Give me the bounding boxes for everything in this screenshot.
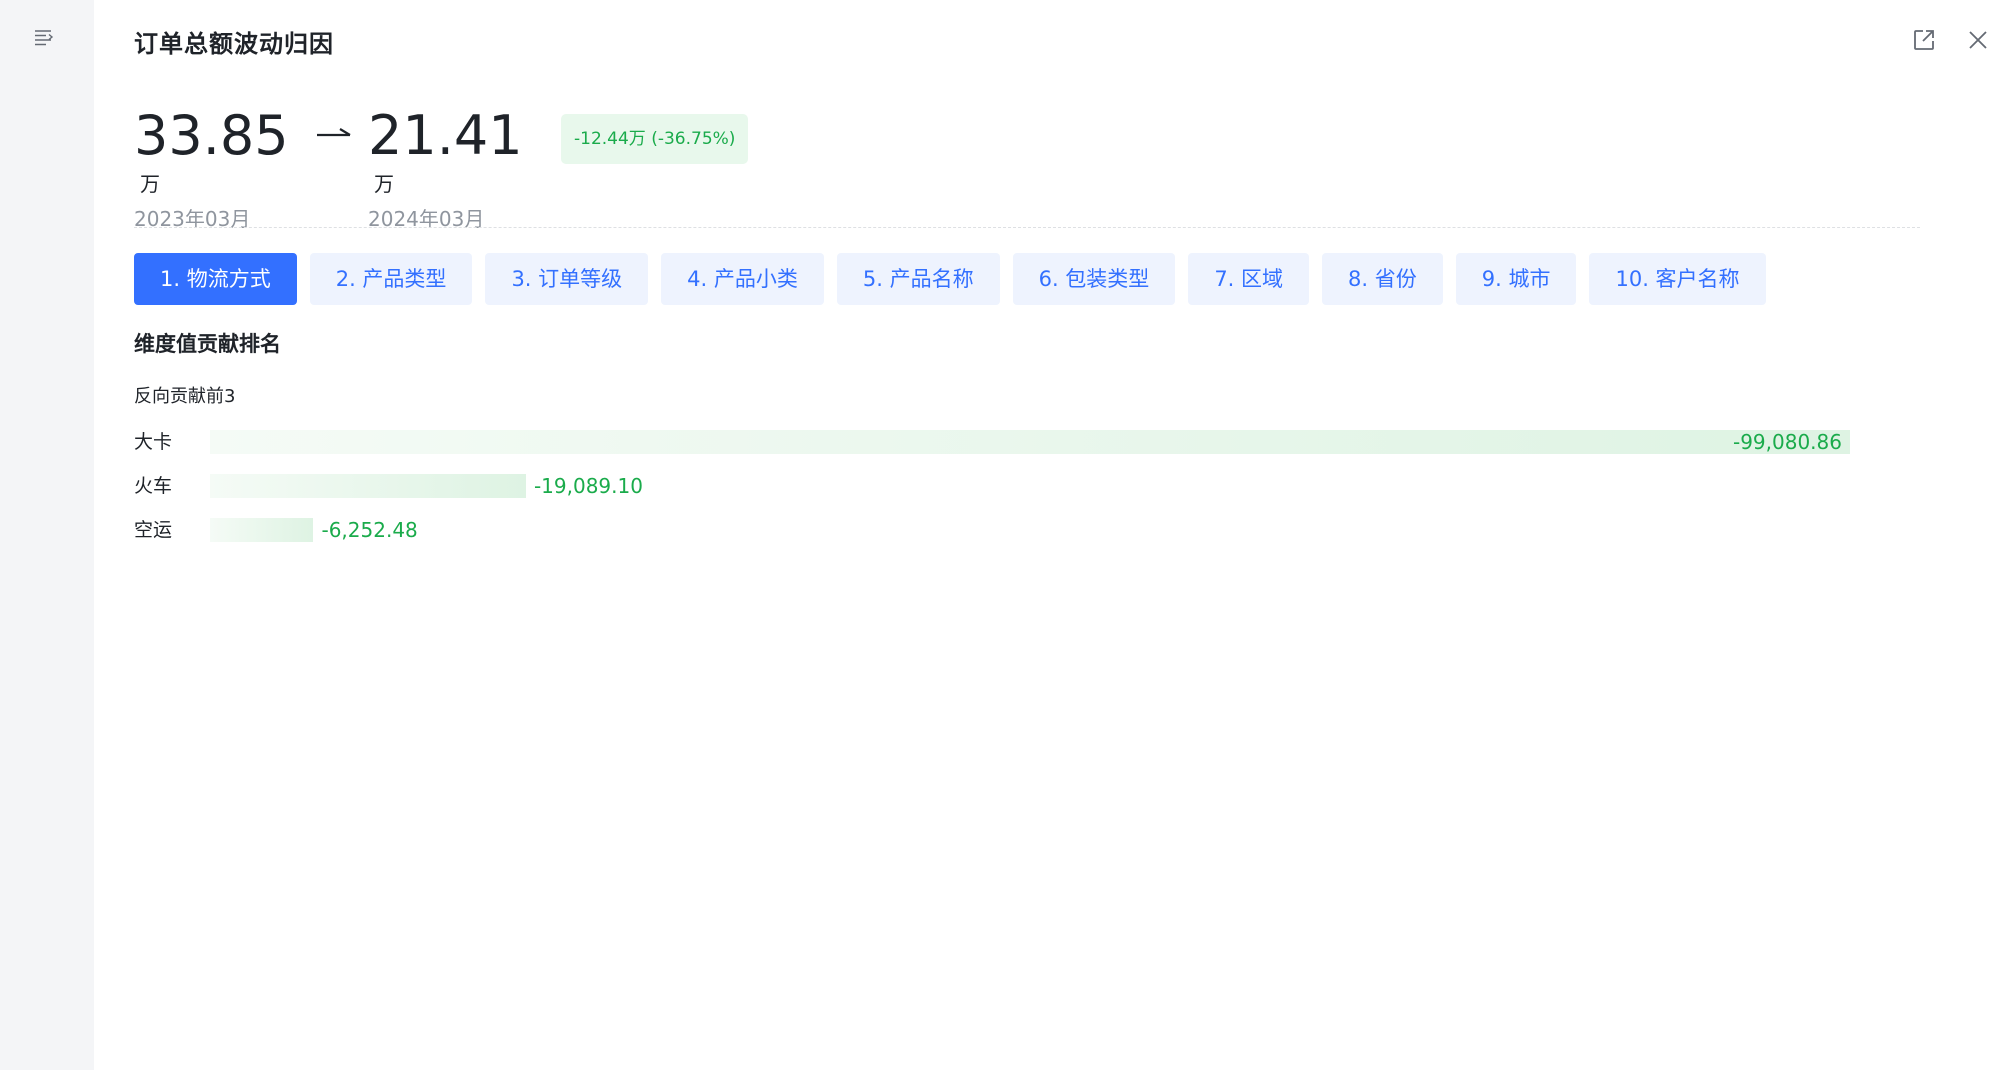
open-external-icon — [1914, 30, 1934, 50]
menu-toggle-button[interactable] — [30, 24, 58, 52]
tab-order-level[interactable]: 3. 订单等级 — [485, 253, 649, 305]
metric-to: 21.41万 2024年03月 — [368, 104, 523, 232]
delta-badge: -12.44万 (-36.75%) — [561, 114, 749, 164]
contribution-ranking-chart: 大卡 -99,080.86 火车 -19,089.10 空运 -6,252.48 — [134, 428, 1874, 560]
dimension-tabs: 1. 物流方式 2. 产品类型 3. 订单等级 4. 产品小类 5. 产品名称 … — [134, 253, 1766, 305]
rank-row: 大卡 -99,080.86 — [134, 428, 1874, 472]
tab-city[interactable]: 9. 城市 — [1455, 253, 1577, 305]
tab-logistics[interactable]: 1. 物流方式 — [134, 253, 297, 305]
metric-to-unit: 万 — [374, 172, 394, 196]
panel-title: 订单总额波动归因 — [134, 30, 334, 58]
ranking-title: 反向贡献前3 — [134, 386, 236, 407]
left-rail — [0, 0, 94, 1070]
metric-from: 33.85万 2023年03月 — [134, 104, 289, 232]
arrow-right-icon — [317, 128, 351, 137]
close-button[interactable] — [1960, 22, 1996, 58]
rank-label: 火车 — [134, 475, 173, 497]
metric-to-value: 21.41 — [368, 104, 523, 167]
tab-product-type[interactable]: 2. 产品类型 — [309, 253, 473, 305]
divider — [134, 227, 1920, 228]
rank-value: -99,080.86 — [1732, 430, 1842, 454]
rank-row: 火车 -19,089.10 — [134, 472, 1874, 516]
rank-row: 空运 -6,252.48 — [134, 516, 1874, 560]
tab-product-subcategory[interactable]: 4. 产品小类 — [661, 253, 824, 305]
tab-region[interactable]: 7. 区域 — [1188, 253, 1310, 305]
metric-from-value: 33.85 — [134, 104, 289, 167]
rank-bar — [210, 518, 314, 542]
rank-label: 空运 — [134, 519, 173, 541]
rank-label: 大卡 — [134, 431, 173, 453]
tab-customer-name[interactable]: 10. 客户名称 — [1589, 253, 1766, 305]
attribution-panel: 订单总额波动归因 33.85万 2023年03月 21.41万 2024年03月… — [0, 0, 1996, 1070]
menu-lines-icon — [35, 30, 54, 46]
metric-from-unit: 万 — [140, 172, 160, 196]
section-title: 维度值贡献排名 — [134, 332, 281, 356]
main-content: 订单总额波动归因 33.85万 2023年03月 21.41万 2024年03月… — [94, 0, 1996, 1070]
rank-track: -19,089.10 — [210, 472, 1850, 500]
rank-track: -6,252.48 — [210, 516, 1850, 544]
close-icon — [1969, 31, 1987, 49]
rank-track: -99,080.86 — [210, 428, 1850, 456]
rank-value: -19,089.10 — [533, 474, 643, 498]
rank-value: -6,252.48 — [321, 518, 418, 542]
open-external-button[interactable] — [1906, 22, 1942, 58]
tab-province[interactable]: 8. 省份 — [1322, 253, 1443, 305]
tab-package-type[interactable]: 6. 包装类型 — [1012, 253, 1176, 305]
tab-product-name[interactable]: 5. 产品名称 — [836, 253, 1000, 305]
rank-bar — [210, 474, 526, 498]
rank-bar — [210, 430, 1850, 454]
